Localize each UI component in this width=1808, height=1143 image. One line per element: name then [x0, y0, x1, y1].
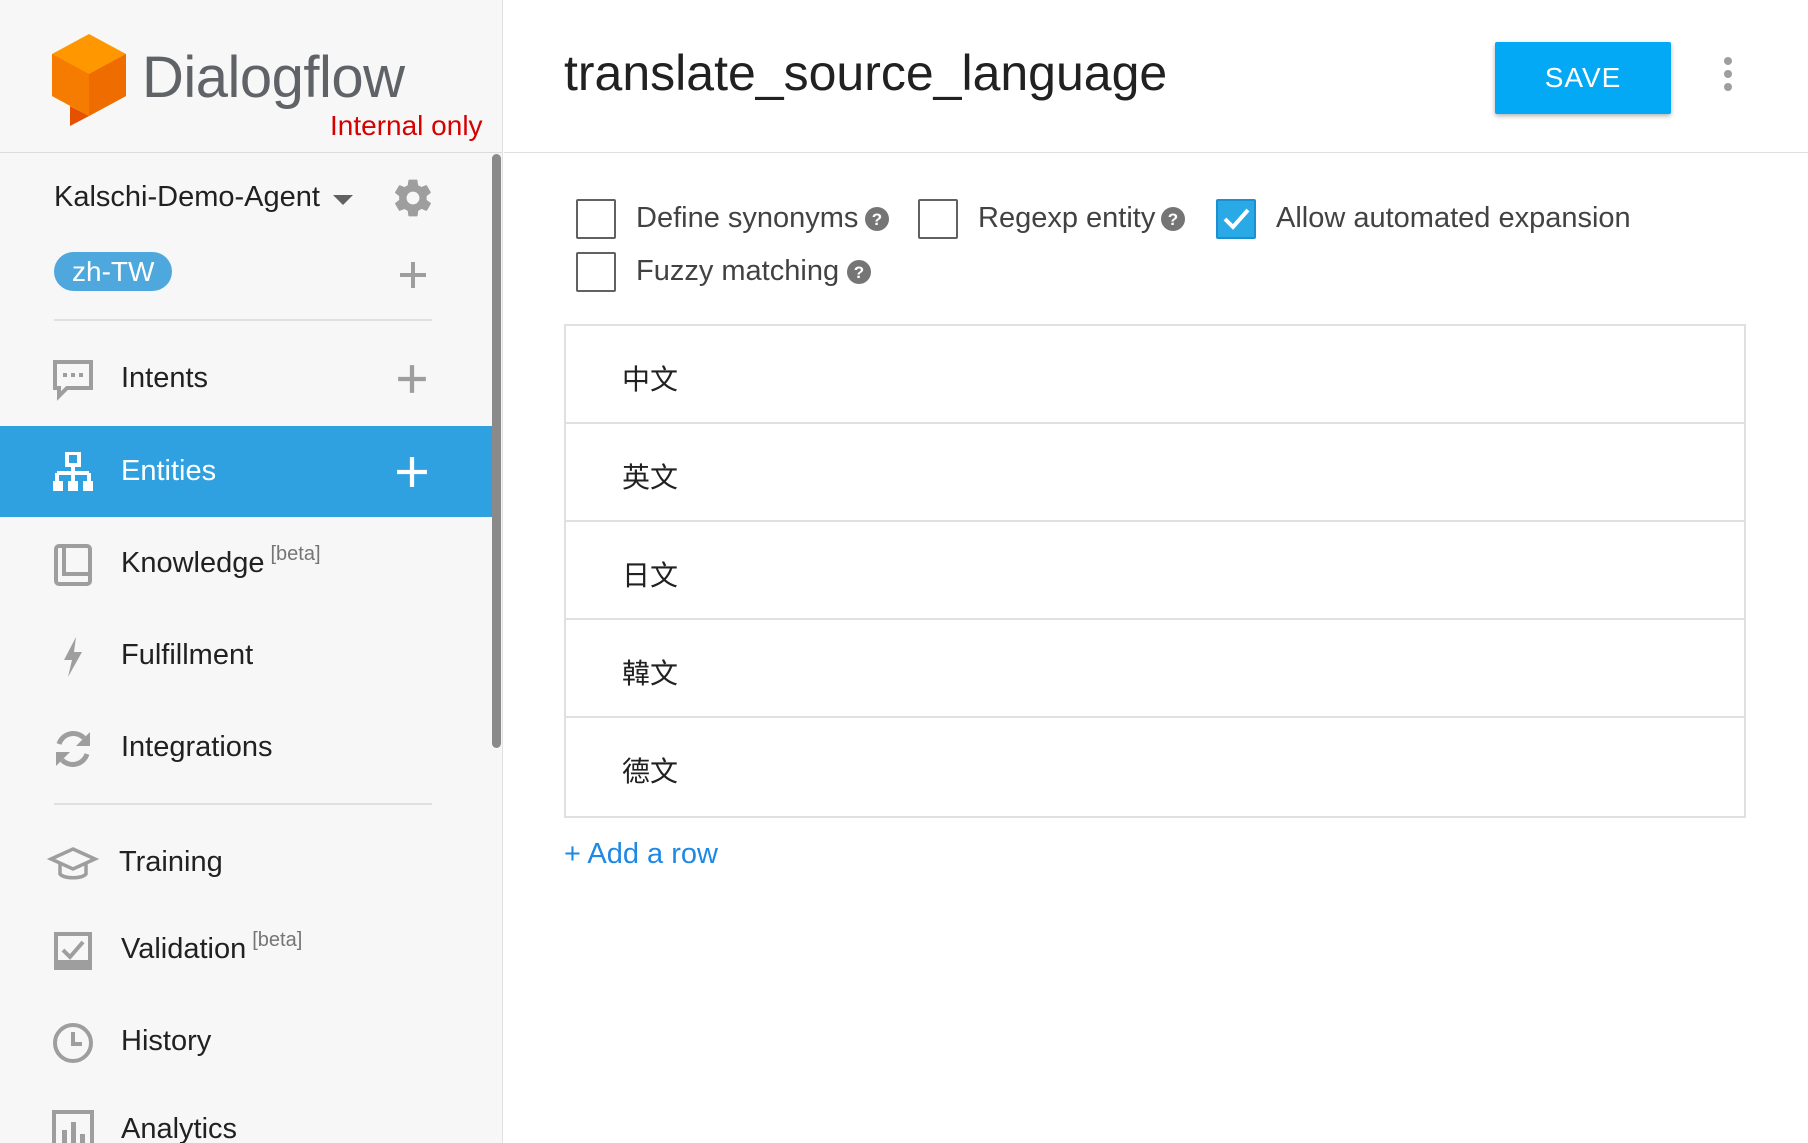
lightning-icon	[64, 637, 82, 677]
sidebar: Dialogflow Internal only Kalschi-Demo-Ag…	[0, 0, 503, 1143]
logo-area: Dialogflow Internal only	[0, 0, 502, 153]
sync-icon	[56, 731, 90, 767]
check-icon	[1223, 208, 1250, 230]
add-intent-plus-icon[interactable]	[396, 363, 428, 395]
sidebar-item-label: Entities	[121, 455, 217, 487]
chat-bubble-icon	[53, 360, 93, 401]
sidebar-item-label: Knowledge [beta]	[121, 543, 321, 580]
entity-header: translate_source_language SAVE	[504, 0, 1808, 153]
table-row[interactable]: 英文	[566, 424, 1744, 522]
sidebar-item-analytics[interactable]: Analytics	[0, 1084, 492, 1143]
sidebar-item-label: Intents	[121, 362, 209, 394]
entity-entries-table: 中文 英文 日文 韓文 德文	[564, 324, 1746, 818]
internal-only-label: Internal only	[330, 110, 483, 141]
fuzzy-matching-checkbox[interactable]	[576, 252, 616, 292]
table-row[interactable]: 德文	[566, 718, 1744, 816]
sidebar-divider	[54, 803, 432, 805]
sidebar-item-intents[interactable]: Intents	[0, 333, 492, 424]
sidebar-item-training[interactable]: Training	[0, 817, 492, 908]
entry-value[interactable]: 日文	[622, 554, 678, 594]
table-row[interactable]: 中文	[566, 326, 1744, 424]
sidebar-item-label: Analytics	[121, 1113, 238, 1143]
svg-text:?: ?	[872, 210, 882, 229]
sidebar-item-entities[interactable]: Entities	[0, 426, 492, 517]
save-button[interactable]: SAVE	[1495, 42, 1671, 114]
bar-chart-icon	[52, 1110, 94, 1143]
sidebar-item-knowledge[interactable]: Knowledge [beta]	[0, 518, 492, 609]
sidebar-item-label: Integrations	[121, 731, 273, 763]
sidebar-scrollbar[interactable]	[492, 154, 501, 748]
add-entity-plus-icon[interactable]	[396, 456, 428, 488]
sidebar-item-label: History	[121, 1025, 212, 1057]
clock-icon	[53, 1023, 93, 1063]
sidebar-item-label: Fulfillment	[121, 639, 254, 671]
help-icon[interactable]: ?	[846, 259, 872, 285]
option-label: Define synonyms	[636, 202, 859, 234]
language-chip[interactable]: zh-TW	[54, 252, 173, 291]
add-row-link[interactable]: + Add a row	[564, 838, 718, 871]
gear-icon[interactable]	[391, 176, 435, 220]
sidebar-item-history[interactable]: History	[0, 996, 492, 1087]
check-box-icon	[54, 932, 92, 970]
entry-value[interactable]: 德文	[622, 750, 678, 790]
beta-badge: [beta]	[270, 543, 321, 565]
help-icon[interactable]: ?	[864, 206, 890, 232]
option-label: Regexp entity	[978, 202, 1156, 234]
option-label: Allow automated expansion	[1276, 202, 1631, 234]
more-vert-icon[interactable]	[1720, 56, 1736, 92]
sidebar-item-fulfillment[interactable]: Fulfillment	[0, 610, 492, 701]
sidebar-item-label: Validation [beta]	[121, 929, 302, 966]
chevron-down-icon[interactable]	[333, 195, 353, 205]
dialogflow-logo-icon[interactable]	[52, 34, 126, 126]
help-icon[interactable]: ?	[1160, 206, 1186, 232]
sidebar-divider	[54, 319, 432, 321]
add-language-plus-icon[interactable]	[398, 260, 428, 290]
entity-name-title[interactable]: translate_source_language	[564, 44, 1167, 102]
table-row[interactable]: 韓文	[566, 620, 1744, 718]
graduation-cap-icon	[46, 847, 100, 880]
define-synonyms-checkbox[interactable]	[576, 199, 616, 239]
option-allow-automated-expansion[interactable]: Allow automated expansion	[1216, 199, 1636, 239]
svg-text:?: ?	[1168, 210, 1178, 229]
option-regexp-entity[interactable]: Regexp entity ?	[918, 199, 1188, 239]
sidebar-item-label: Training	[119, 846, 223, 878]
sidebar-item-integrations[interactable]: Integrations	[0, 702, 492, 793]
option-define-synonyms[interactable]: Define synonyms ?	[576, 199, 896, 239]
sidebar-item-validation[interactable]: Validation [beta]	[0, 904, 492, 995]
entities-tree-icon	[53, 452, 93, 491]
validation-label: Validation	[121, 933, 247, 965]
book-icon	[54, 544, 92, 586]
allow-automated-expansion-checkbox[interactable]	[1216, 199, 1256, 239]
entry-value[interactable]: 英文	[622, 456, 678, 496]
beta-badge: [beta]	[252, 929, 303, 951]
svg-text:?: ?	[854, 263, 864, 282]
entry-value[interactable]: 韓文	[622, 652, 678, 692]
option-label: Fuzzy matching	[636, 255, 840, 287]
brand-name: Dialogflow	[142, 45, 405, 110]
regexp-entity-checkbox[interactable]	[918, 199, 958, 239]
agent-selector[interactable]: Kalschi-Demo-Agent	[54, 181, 320, 214]
table-row[interactable]: 日文	[566, 522, 1744, 620]
knowledge-label: Knowledge	[121, 547, 265, 579]
entry-value[interactable]: 中文	[622, 358, 678, 398]
option-fuzzy-matching[interactable]: Fuzzy matching ?	[576, 252, 876, 292]
